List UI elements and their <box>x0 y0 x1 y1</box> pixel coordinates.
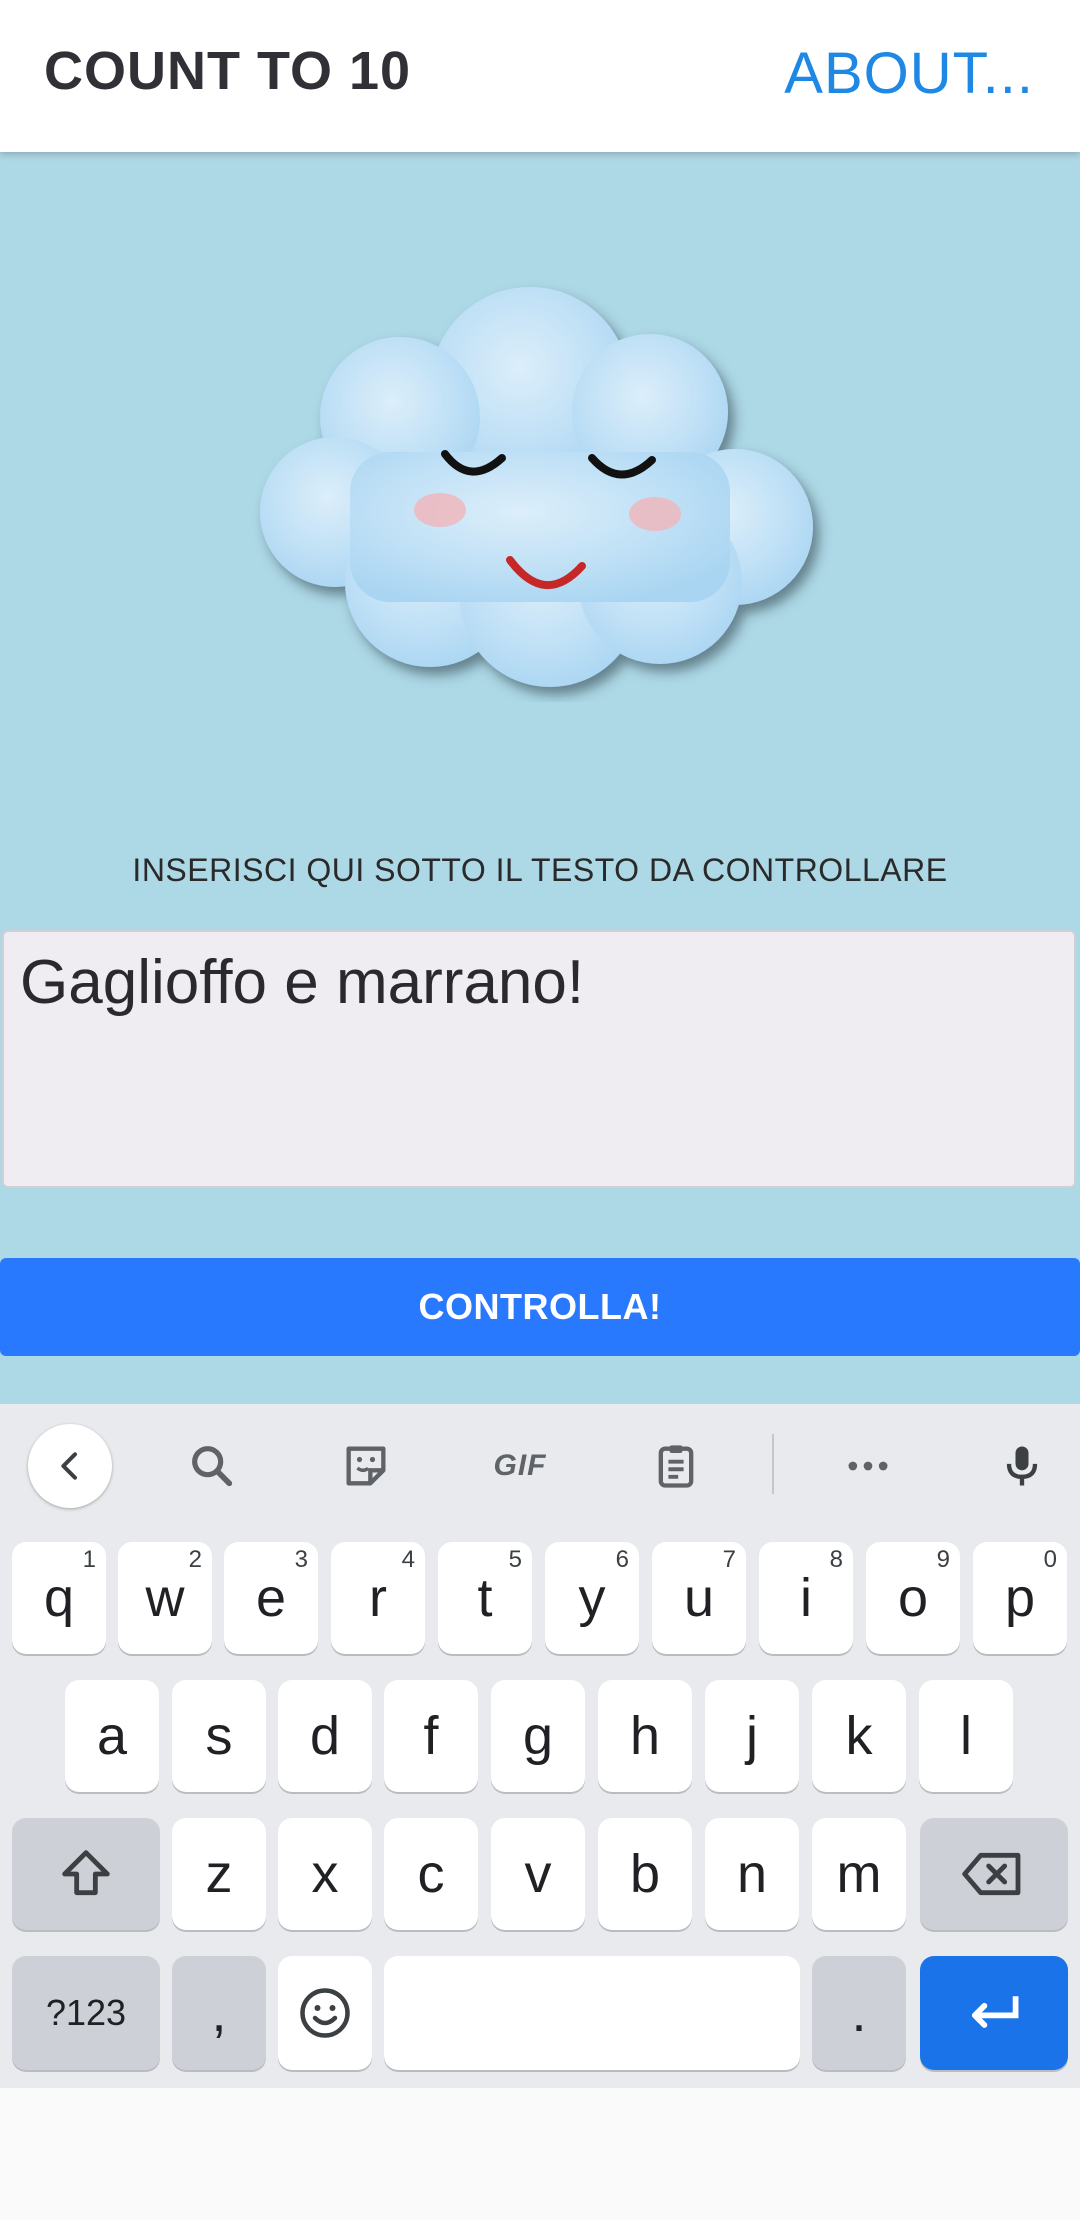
key-g[interactable]: g <box>491 1680 585 1792</box>
key-a[interactable]: a <box>65 1680 159 1792</box>
emoji-key[interactable] <box>278 1956 372 2070</box>
key-c[interactable]: c <box>384 1818 478 1930</box>
key-label: p <box>1004 1568 1036 1628</box>
sleeping-cloud-icon <box>260 287 813 687</box>
enter-icon <box>971 1996 1019 2028</box>
emoji-icon <box>300 1988 350 2038</box>
key-label: q <box>43 1568 75 1628</box>
comma-key[interactable]: , <box>172 1956 266 2070</box>
main-content: INSERISCI QUI SOTTO IL TESTO DA CONTROLL… <box>0 152 1080 1404</box>
key-label: r <box>369 1568 387 1628</box>
key-q[interactable]: q1 <box>12 1542 106 1654</box>
key-h[interactable]: h <box>598 1680 692 1792</box>
key-x[interactable]: x <box>278 1818 372 1930</box>
key-e[interactable]: e3 <box>224 1542 318 1654</box>
key-l[interactable]: l <box>919 1680 1013 1792</box>
app-title: COUNT TO 10 <box>44 41 412 101</box>
key-hint: 4 <box>401 1546 415 1573</box>
key-p[interactable]: p0 <box>973 1542 1067 1654</box>
key-r[interactable]: r4 <box>331 1542 425 1654</box>
toolbar-divider <box>772 1434 774 1494</box>
key-hint: 7 <box>722 1546 736 1573</box>
key-s[interactable]: s <box>172 1680 266 1792</box>
back-chevron-icon[interactable] <box>28 1424 112 1508</box>
app-bar: COUNT TO 10 ABOUT... <box>0 0 1080 152</box>
key-hint: 1 <box>82 1546 96 1573</box>
text-input-area[interactable]: Gaglioffo e marrano! <box>2 930 1076 1188</box>
navigation-area <box>0 2088 1080 2220</box>
search-icon[interactable] <box>170 1424 254 1508</box>
key-label: y <box>578 1568 606 1628</box>
key-k[interactable]: k <box>812 1680 906 1792</box>
backspace-key[interactable] <box>920 1818 1068 1930</box>
key-label: w <box>145 1568 185 1628</box>
keyboard-toolbar: GIF <box>0 1404 1080 1524</box>
key-y[interactable]: y6 <box>545 1542 639 1654</box>
key-d[interactable]: d <box>278 1680 372 1792</box>
key-hint: 5 <box>508 1546 522 1573</box>
key-hint: 8 <box>829 1546 843 1573</box>
microphone-icon[interactable] <box>980 1424 1064 1508</box>
key-o[interactable]: o9 <box>866 1542 960 1654</box>
key-v[interactable]: v <box>491 1818 585 1930</box>
key-t[interactable]: t5 <box>438 1542 532 1654</box>
key-f[interactable]: f <box>384 1680 478 1792</box>
key-label: e <box>255 1568 287 1628</box>
gif-label: GIF <box>493 1449 547 1482</box>
key-hint: 6 <box>615 1546 629 1573</box>
key-n[interactable]: n <box>705 1818 799 1930</box>
more-icon[interactable] <box>826 1424 910 1508</box>
shift-key[interactable] <box>12 1818 160 1930</box>
shift-icon <box>62 1850 110 1896</box>
check-button[interactable]: CONTROLLA! <box>0 1258 1080 1356</box>
clipboard-icon[interactable] <box>634 1424 718 1508</box>
key-label: t <box>477 1568 493 1628</box>
backspace-icon <box>962 1852 1021 1896</box>
key-hint: 3 <box>294 1546 308 1573</box>
key-hint: 9 <box>936 1546 950 1573</box>
key-label: o <box>897 1568 929 1628</box>
key-b[interactable]: b <box>598 1818 692 1930</box>
instruction-label: INSERISCI QUI SOTTO IL TESTO DA CONTROLL… <box>132 852 948 888</box>
enter-key[interactable] <box>920 1956 1068 2070</box>
key-label: u <box>683 1568 715 1628</box>
key-label: i <box>800 1568 812 1628</box>
symbols-key[interactable]: ?123 <box>12 1956 160 2070</box>
space-bar[interactable] <box>384 1956 800 2070</box>
key-j[interactable]: j <box>705 1680 799 1792</box>
soft-keyboard: GIF q1 w2 e3 r4 t5 y6 u7 i8 o9 p0 a s d … <box>0 1404 1080 2088</box>
sticker-icon[interactable] <box>324 1424 408 1508</box>
period-key[interactable]: . <box>812 1956 906 2070</box>
key-z[interactable]: z <box>172 1818 266 1930</box>
key-hint: 0 <box>1043 1546 1057 1573</box>
key-w[interactable]: w2 <box>118 1542 212 1654</box>
gif-icon[interactable]: GIF <box>478 1424 562 1508</box>
key-hint: 2 <box>188 1546 202 1573</box>
key-u[interactable]: u7 <box>652 1542 746 1654</box>
about-button[interactable]: ABOUT... <box>784 40 1034 107</box>
key-m[interactable]: m <box>812 1818 906 1930</box>
key-i[interactable]: i8 <box>759 1542 853 1654</box>
